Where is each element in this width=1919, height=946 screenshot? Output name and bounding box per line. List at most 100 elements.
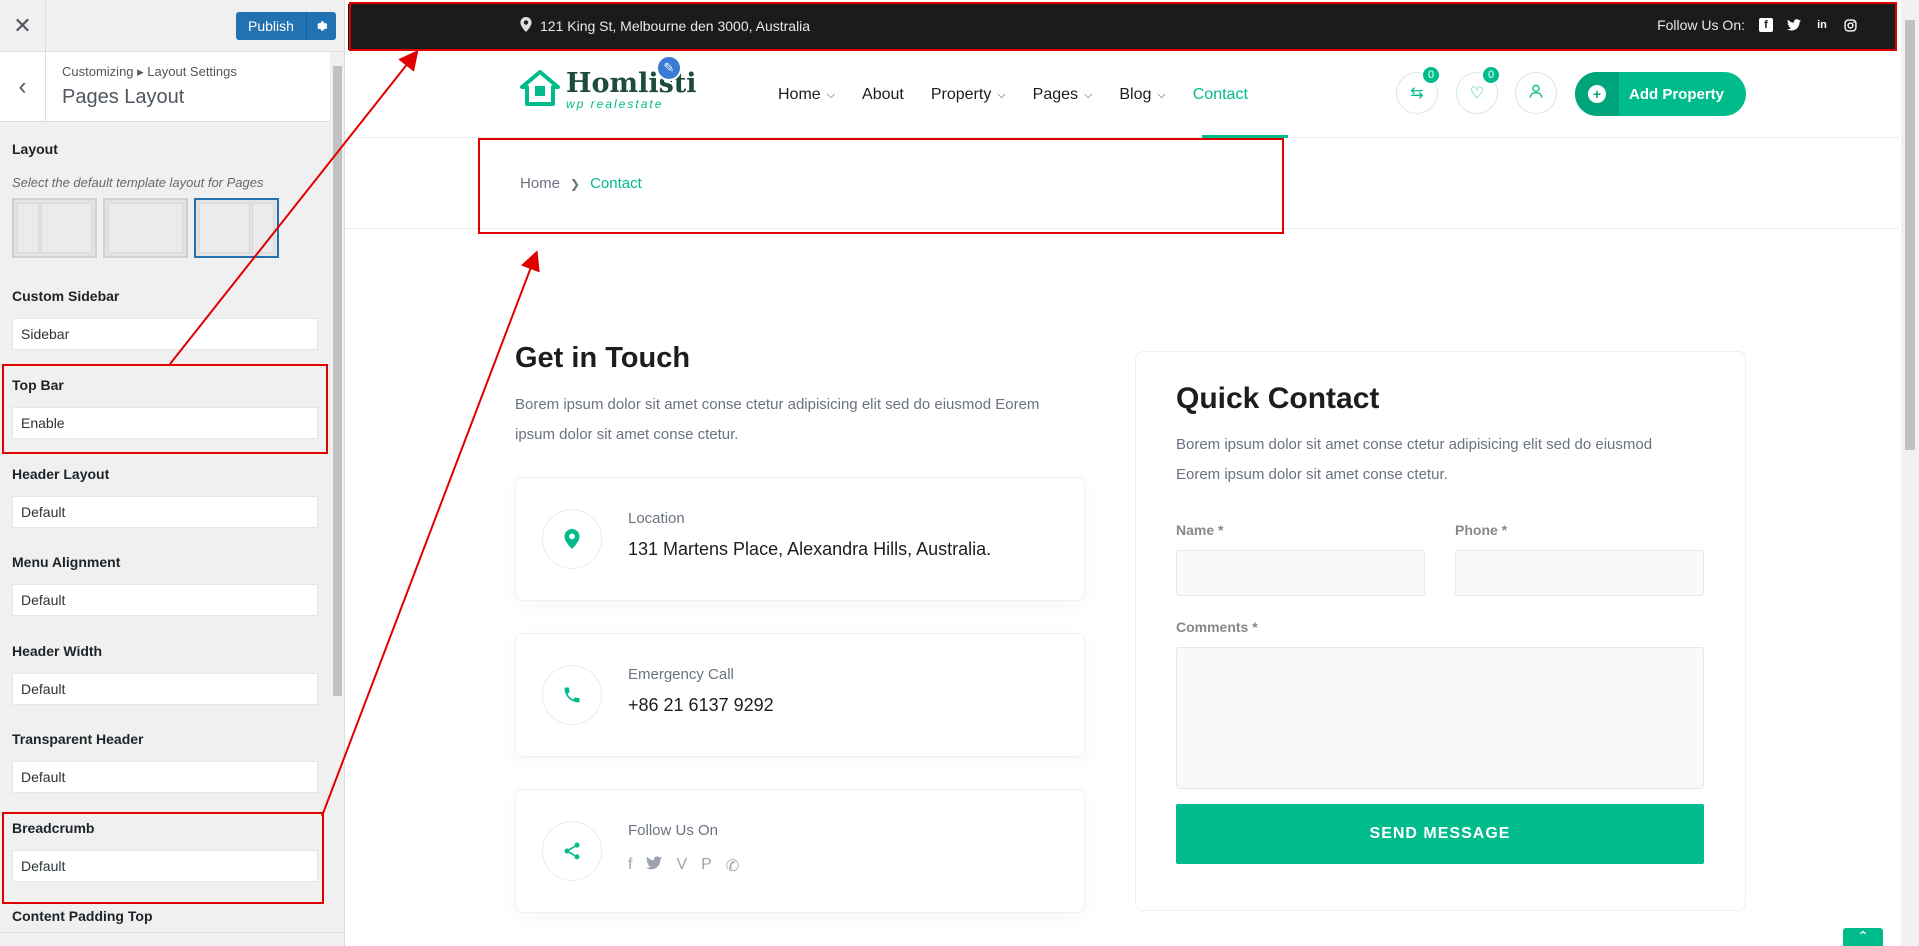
whatsapp-icon[interactable]: ✆ <box>726 856 739 876</box>
nav-item-property[interactable]: Property ⌵ <box>931 84 1006 106</box>
chevron-down-icon: ⌵ <box>826 88 836 101</box>
topbar-address: 121 King St, Melbourne den 3000, Austral… <box>520 17 810 35</box>
add-property-label: Add Property <box>1629 85 1725 103</box>
nav-item-blog[interactable]: Blog ⌵ <box>1119 84 1165 106</box>
custom-sidebar-control: Custom Sidebar Sidebar <box>12 288 318 350</box>
share-icon <box>542 821 602 881</box>
quick-contact-description: Borem ipsum dolor sit amet conse ctetur … <box>1176 436 1653 483</box>
breadcrumb: Home ❯ Contact <box>520 175 642 192</box>
layout-left-sidebar-option[interactable] <box>12 198 97 258</box>
customizer-breadcrumb: Customizing ▸ Layout Settings <box>62 64 237 79</box>
layout-options <box>12 198 318 258</box>
favorites-button[interactable]: ♡ 0 <box>1456 65 1501 114</box>
comments-textarea[interactable] <box>1176 647 1704 789</box>
section-header: ‹ Customizing ▸ Layout Settings Pages La… <box>0 52 344 122</box>
chevron-down-icon: ⌵ <box>997 88 1006 101</box>
nav-item-pages[interactable]: Pages ⌵ <box>1033 84 1093 106</box>
phone-field[interactable] <box>1455 550 1704 596</box>
header-width-control: Header Width Default <box>12 643 318 705</box>
follow-label: Follow Us On <box>628 822 719 839</box>
breadcrumb-current: Contact <box>590 175 642 192</box>
transparent-header-select[interactable]: Default <box>12 761 318 793</box>
customizer-scrollbar[interactable] <box>330 52 344 932</box>
header-layout-select[interactable]: Default <box>12 496 318 528</box>
get-in-touch-title: Get in Touch <box>515 342 691 374</box>
layout-full-width-option[interactable] <box>103 198 188 258</box>
menu-alignment-select[interactable]: Default <box>12 584 318 616</box>
name-label: Name * <box>1176 522 1224 538</box>
nav-item-home[interactable]: Home ⌵ <box>778 84 835 106</box>
field-label: Header Width <box>12 643 103 659</box>
phone-label: Phone * <box>1455 522 1508 538</box>
gear-icon[interactable] <box>305 12 336 40</box>
map-pin-icon <box>520 17 532 35</box>
layout-right-sidebar-option[interactable] <box>194 198 279 258</box>
account-button[interactable] <box>1515 72 1557 114</box>
location-pin-icon <box>542 509 602 569</box>
layout-label: Layout <box>12 141 58 157</box>
vimeo-icon[interactable]: V <box>676 856 687 876</box>
quick-contact-form: Quick Contact Borem ipsum dolor sit amet… <box>1135 351 1746 911</box>
send-message-button[interactable]: SEND MESSAGE <box>1176 804 1704 864</box>
back-arrow-icon[interactable]: ‹ <box>0 52 46 122</box>
active-nav-indicator <box>1202 135 1288 138</box>
user-icon <box>1528 83 1544 104</box>
compare-count-badge: 0 <box>1421 65 1441 85</box>
field-label: Top Bar <box>12 377 64 393</box>
layout-description: Select the default template layout for P… <box>12 175 264 190</box>
field-label: Header Layout <box>12 466 110 482</box>
instagram-icon[interactable] <box>1843 18 1857 32</box>
field-label: Transparent Header <box>12 731 144 747</box>
chevron-up-icon: ⌃ <box>1857 928 1869 944</box>
emergency-label: Emergency Call <box>628 666 734 683</box>
compare-arrows-icon: ⇆ <box>1410 85 1424 102</box>
controls-list: Layout Select the default template layou… <box>0 123 330 933</box>
scroll-to-top-button[interactable]: ⌃ <box>1843 928 1883 946</box>
facebook-icon[interactable]: f <box>628 856 632 876</box>
field-label: Breadcrumb <box>12 820 95 836</box>
main-nav: Home ⌵ About Property ⌵ Pages ⌵ Blog ⌵ Conta… <box>778 84 1275 106</box>
follow-social-icons: f V P ✆ <box>628 856 739 876</box>
house-logo-icon <box>520 70 560 111</box>
edit-pencil-icon[interactable]: ✎ <box>656 55 682 81</box>
header-layout-control: Header Layout Default <box>12 466 318 528</box>
section-title: Pages Layout <box>62 86 185 108</box>
menu-alignment-control: Menu Alignment Default <box>12 554 318 616</box>
twitter-icon[interactable] <box>1787 18 1801 32</box>
publish-button-group: Publish <box>236 12 336 40</box>
breadcrumb-home-link[interactable]: Home <box>520 175 560 192</box>
customizer-panel: ✕ Publish ‹ Customizing ▸ Layout Setting… <box>0 0 345 946</box>
linkedin-icon[interactable]: in <box>1815 18 1829 32</box>
pinterest-icon[interactable]: P <box>701 856 712 876</box>
location-label: Location <box>628 510 685 527</box>
nav-item-about[interactable]: About <box>862 84 904 106</box>
logo-tagline: wp realestate <box>566 96 664 111</box>
favorites-count-badge: 0 <box>1481 65 1501 85</box>
publish-button[interactable]: Publish <box>236 12 306 40</box>
follow-us-card: Follow Us On f V P ✆ <box>515 789 1085 913</box>
site-header: Homlisti wp realestate ✎ Home ⌵ About Pro… <box>346 50 1899 138</box>
custom-sidebar-select[interactable]: Sidebar <box>12 318 318 350</box>
content-padding-top-control: Content Padding Top <box>12 908 318 924</box>
facebook-icon[interactable]: f <box>1759 18 1773 32</box>
customizer-topbar: ✕ Publish <box>0 0 344 52</box>
layout-control: Layout Select the default template layou… <box>12 141 318 258</box>
address-text: 121 King St, Melbourne den 3000, Austral… <box>540 18 811 34</box>
nav-item-contact[interactable]: Contact <box>1193 84 1248 106</box>
breadcrumb-control: Breadcrumb Default <box>12 820 318 882</box>
compare-button[interactable]: ⇆ 0 <box>1396 65 1441 114</box>
top-bar-select[interactable]: Enable <box>12 407 318 439</box>
header-width-select[interactable]: Default <box>12 673 318 705</box>
field-label: Content Padding Top <box>12 908 153 924</box>
top-bar-control: Top Bar Enable <box>12 377 318 439</box>
close-icon[interactable]: ✕ <box>0 0 46 52</box>
quick-contact-title: Quick Contact <box>1176 382 1380 415</box>
location-card: Location 131 Martens Place, Alexandra Hi… <box>515 477 1085 601</box>
follow-label: Follow Us On: <box>1657 17 1745 33</box>
twitter-icon[interactable] <box>646 856 663 876</box>
name-field[interactable] <box>1176 550 1425 596</box>
preview-scrollbar[interactable] <box>1901 0 1919 946</box>
breadcrumb-select[interactable]: Default <box>12 850 318 882</box>
breadcrumb-bar: Home ❯ Contact <box>346 139 1899 229</box>
add-property-button[interactable]: + Add Property <box>1575 72 1746 116</box>
